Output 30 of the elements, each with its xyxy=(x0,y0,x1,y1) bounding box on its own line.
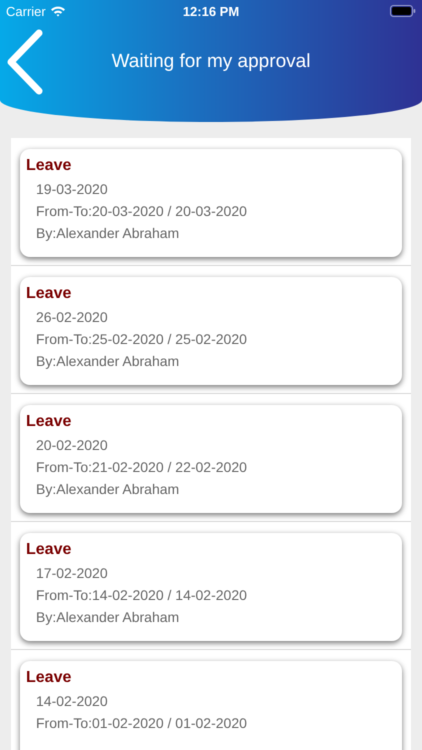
carrier-name: Carrier xyxy=(6,4,46,18)
request-type: Leave xyxy=(26,541,72,559)
request-date: 17-02-2020 xyxy=(36,565,109,581)
page-title: Waiting for my approval xyxy=(112,51,310,73)
request-date: 19-03-2020 xyxy=(36,181,109,197)
request-date: 20-02-2020 xyxy=(36,437,109,453)
date-range: From-To:21-02-2020 / 22-02-2020 xyxy=(36,459,248,475)
date-range: From-To:25-02-2020 / 25-02-2020 xyxy=(36,331,248,347)
request-card[interactable]: Leave 20-02-2020 From-To:21-02-2020 / 22-02-2020 By:Alexander Abraham xyxy=(20,405,402,513)
battery-icon xyxy=(390,5,416,17)
request-type: Leave xyxy=(26,285,72,303)
date-range: From-To:01-02-2020 / 01-02-2020 xyxy=(36,715,248,731)
requester-name: By:Alexander Abraham xyxy=(36,225,180,241)
request-card[interactable]: Leave 14-02-2020 From-To:01-02-2020 / 01-02-2020 xyxy=(20,661,402,750)
requester-name: By:Alexander Abraham xyxy=(36,481,180,497)
date-range: From-To:14-02-2020 / 14-02-2020 xyxy=(36,587,248,603)
request-card[interactable]: Leave 19-03-2020 From-To:20-03-2020 / 20-03-2020 By:Alexander Abraham xyxy=(20,149,402,257)
request-type: Leave xyxy=(26,157,72,175)
requester-name: By:Alexander Abraham xyxy=(36,353,180,369)
request-card[interactable]: Leave 17-02-2020 From-To:14-02-2020 / 14-02-2020 By:Alexander Abraham xyxy=(20,533,402,641)
request-type: Leave xyxy=(26,413,72,431)
requester-name: By:Alexander Abraham xyxy=(36,609,180,625)
back-button[interactable] xyxy=(5,27,45,97)
request-card[interactable]: Leave 26-02-2020 From-To:25-02-2020 / 25-02-2020 By:Alexander Abraham xyxy=(20,277,402,385)
date-range: From-To:20-03-2020 / 20-03-2020 xyxy=(36,203,248,219)
wifi-icon xyxy=(50,5,66,17)
status-time: 12:16 PM xyxy=(182,4,240,18)
request-date: 14-02-2020 xyxy=(36,693,109,709)
request-type: Leave xyxy=(26,669,72,687)
request-date: 26-02-2020 xyxy=(36,309,109,325)
